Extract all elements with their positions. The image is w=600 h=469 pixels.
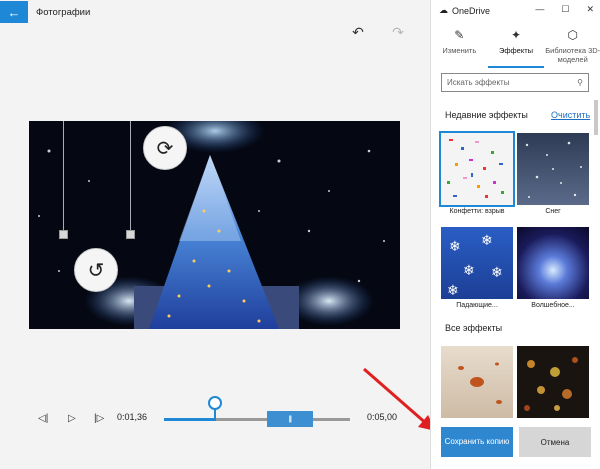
minimize-button[interactable]: — (535, 4, 544, 15)
tab-effects-label: Эффекты (498, 46, 534, 55)
rotate-horizontal-icon: ↺ (87, 259, 105, 282)
effect-tile-falling[interactable]: ❄ ❄ ❄ ❄ ❄ Падающие... (441, 227, 513, 309)
onedrive-status[interactable]: ☁ OneDrive (439, 5, 490, 16)
effect-tile-magic[interactable]: Волшебное... (517, 227, 589, 309)
tab-edit[interactable]: ✎ Изменить (431, 28, 488, 68)
close-button[interactable]: ✕ (586, 4, 594, 15)
onedrive-label: OneDrive (452, 5, 491, 16)
back-arrow-icon: ← (7, 4, 21, 20)
undo-button[interactable]: ↶ (350, 24, 366, 40)
snow-thumbnail (517, 133, 589, 205)
tab-bar: ✎ Изменить ✦ Эффекты ⬡ Библиотека 3D-мод… (431, 28, 600, 68)
redo-button[interactable]: ↷ (390, 24, 406, 40)
butterflies-thumbnail (441, 346, 513, 418)
play-button[interactable]: ▷ (68, 413, 76, 424)
window-controls: — ☐ ✕ (535, 4, 594, 15)
svg-text:❄: ❄ (449, 239, 461, 255)
confetti-thumbnail (439, 131, 515, 207)
effect-label: Конфетти: взрыв (449, 208, 505, 215)
video-preview[interactable]: ⟳ ↺ (29, 121, 400, 329)
rotate-ccw-button[interactable]: ↺ (74, 248, 118, 292)
skip-back-button[interactable]: ◁| (38, 413, 48, 424)
back-button[interactable]: ← (0, 1, 28, 23)
tab-effects[interactable]: ✦ Эффекты (487, 28, 545, 68)
save-copy-button[interactable]: Сохранить копию (441, 427, 513, 457)
playhead-handle[interactable] (207, 396, 222, 410)
app-title: Фотографии (36, 6, 91, 18)
svg-text:❄: ❄ (491, 265, 503, 281)
rotate-vertical-icon: ⟳ (156, 137, 174, 160)
sparkle-icon: ✦ (510, 28, 522, 42)
trim-handle[interactable]: ||| (266, 411, 313, 427)
undo-icon: ↶ (352, 23, 364, 40)
effects-panel: ☁ OneDrive — ☐ ✕ ✎ Изменить ✦ Эффекты ⬡ … (430, 0, 600, 469)
tab-edit-label: Изменить (442, 46, 477, 55)
cube-icon: ⬡ (567, 28, 578, 42)
effect-tile-confetti[interactable]: Конфетти: взрыв (439, 131, 515, 215)
snowflakes-thumbnail: ❄ ❄ ❄ ❄ ❄ (441, 227, 513, 299)
recent-effects-title: Недавние эффекты (445, 110, 528, 120)
timeline-track[interactable]: ||| (164, 411, 350, 427)
pencil-icon: ✎ (454, 28, 465, 42)
effect-label: Падающие... (456, 302, 498, 309)
effect-label: Волшебное... (531, 302, 575, 309)
svg-text:❄: ❄ (463, 263, 475, 279)
rotate-cw-button[interactable]: ⟳ (143, 126, 187, 170)
crop-frame[interactable] (63, 121, 131, 237)
effect-label: Снег (545, 208, 561, 215)
redo-icon: ↷ (392, 23, 404, 40)
svg-text:❄: ❄ (481, 233, 493, 249)
search-placeholder: Искать эффекты (447, 78, 510, 87)
bokeh-thumbnail (517, 346, 589, 418)
all-effects-title: Все эффекты (445, 323, 503, 333)
effect-tile-snow[interactable]: Снег (517, 133, 589, 215)
search-icon: ⚲ (577, 78, 583, 87)
effect-tile-butterflies[interactable] (441, 346, 513, 418)
crop-handle-left[interactable] (59, 230, 68, 239)
magic-thumbnail (517, 227, 589, 299)
cancel-button[interactable]: Отмена (519, 427, 591, 457)
annotation-arrow (363, 367, 436, 431)
search-input[interactable]: Искать эффекты ⚲ (441, 73, 589, 92)
cloud-icon: ☁ (439, 5, 448, 15)
tab-3d-library[interactable]: ⬡ Библиотека 3D-моделей (544, 28, 600, 68)
crop-handle-right[interactable] (126, 230, 135, 239)
playhead-line (213, 409, 216, 421)
timeline-progress (164, 418, 215, 421)
tab-3d-library-label: Библиотека 3D-моделей (545, 46, 600, 64)
skip-forward-button[interactable]: |▷ (94, 413, 104, 424)
clear-link[interactable]: Очистить (551, 110, 590, 120)
title-bar: ← Фотографии (0, 0, 430, 24)
svg-text:❄: ❄ (447, 283, 459, 299)
maximize-button[interactable]: ☐ (561, 4, 569, 15)
current-time: 0:01,36 (117, 412, 148, 422)
scrollbar[interactable] (594, 100, 598, 135)
effect-tile-bokeh[interactable] (517, 346, 589, 418)
